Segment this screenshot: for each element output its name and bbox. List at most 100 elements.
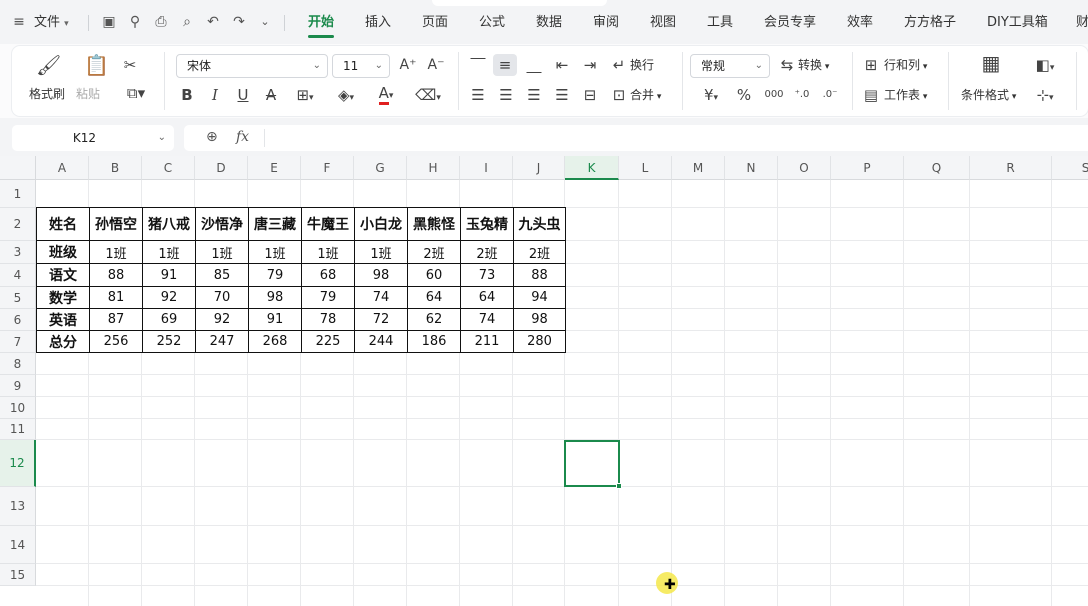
chevron-down-icon[interactable]: ⌄ bbox=[158, 125, 166, 151]
table-cell[interactable]: 79 bbox=[301, 286, 355, 309]
column-header-O[interactable]: O bbox=[778, 156, 831, 180]
font-name-select[interactable]: 宋体 ⌄ bbox=[176, 54, 328, 78]
column-header-P[interactable]: P bbox=[831, 156, 904, 180]
table-header-cell[interactable]: 孙悟空 bbox=[89, 207, 143, 241]
table-header-cell[interactable]: 姓名 bbox=[36, 207, 90, 241]
table-cell[interactable]: 73 bbox=[460, 263, 514, 287]
currency-icon[interactable]: ¥▾ bbox=[696, 86, 726, 107]
worksheet-icon[interactable]: ▤ bbox=[862, 86, 880, 104]
align-right-icon[interactable]: ☰ bbox=[524, 86, 544, 104]
table-cell[interactable]: 2班 bbox=[460, 240, 514, 264]
table-cell[interactable]: 98 bbox=[354, 263, 408, 287]
table-cell[interactable]: 1班 bbox=[195, 240, 249, 264]
align-top-icon[interactable]: ⎺ bbox=[468, 56, 488, 74]
copy-icon[interactable]: ⧉▾ bbox=[120, 84, 152, 102]
tab-efficiency[interactable]: 效率 bbox=[847, 13, 873, 33]
formula-input-area[interactable]: ⊕ fx bbox=[184, 125, 1088, 151]
table-cell[interactable]: 70 bbox=[195, 286, 249, 309]
table-header-cell[interactable]: 牛魔王 bbox=[301, 207, 355, 241]
column-header-M[interactable]: M bbox=[672, 156, 725, 180]
underline-icon[interactable]: U bbox=[234, 86, 252, 104]
merge-icon[interactable]: ⊡ bbox=[610, 86, 628, 104]
column-header-C[interactable]: C bbox=[142, 156, 195, 180]
table-cell[interactable]: 88 bbox=[513, 263, 566, 287]
table-cell[interactable]: 78 bbox=[301, 308, 355, 331]
table-cell[interactable]: 91 bbox=[248, 308, 302, 331]
table-cell[interactable]: 2班 bbox=[407, 240, 461, 264]
table-header-cell[interactable]: 猪八戒 bbox=[142, 207, 196, 241]
print-preview-icon[interactable]: ⌕ bbox=[178, 13, 196, 31]
row-header-4[interactable]: 4 bbox=[0, 264, 36, 287]
table-cell[interactable]: 2班 bbox=[513, 240, 566, 264]
font-color-icon[interactable]: A▾ bbox=[370, 84, 402, 105]
column-header-I[interactable]: I bbox=[460, 156, 513, 180]
table-cell[interactable]: 98 bbox=[513, 308, 566, 331]
align-middle-icon[interactable]: ≡ bbox=[495, 56, 515, 74]
paste-icon[interactable]: 📋 bbox=[84, 55, 109, 75]
selected-cell-k12[interactable] bbox=[564, 440, 620, 487]
fill-handle[interactable] bbox=[616, 483, 622, 489]
table-cell[interactable]: 98 bbox=[248, 286, 302, 309]
column-header-J[interactable]: J bbox=[513, 156, 565, 180]
table-cell[interactable]: 247 bbox=[195, 330, 249, 353]
row-label-cell[interactable]: 语文 bbox=[36, 263, 90, 287]
table-cell[interactable]: 1班 bbox=[301, 240, 355, 264]
row-header-13[interactable]: 13 bbox=[0, 487, 36, 526]
tab-view[interactable]: 视图 bbox=[650, 13, 676, 33]
table-cell[interactable]: 72 bbox=[354, 308, 408, 331]
column-header-G[interactable]: G bbox=[354, 156, 407, 180]
rows-cols-label[interactable]: 行和列 ▾ bbox=[884, 57, 927, 75]
table-cell[interactable]: 1班 bbox=[248, 240, 302, 264]
cut-icon[interactable]: ✂ bbox=[120, 56, 140, 74]
column-header-D[interactable]: D bbox=[195, 156, 248, 180]
number-format-select[interactable]: 常规 ⌄ bbox=[690, 54, 770, 78]
row-header-8[interactable]: 8 bbox=[0, 353, 36, 375]
column-header-H[interactable]: H bbox=[407, 156, 460, 180]
table-cell[interactable]: 79 bbox=[248, 263, 302, 287]
redo-icon[interactable]: ↷ bbox=[230, 13, 248, 31]
paste-label[interactable]: 粘贴 bbox=[76, 86, 100, 102]
share-link-icon[interactable]: ⚲ bbox=[126, 13, 144, 31]
hamburger-menu-icon[interactable]: ≡ bbox=[10, 13, 28, 31]
table-cell[interactable]: 92 bbox=[195, 308, 249, 331]
column-header-N[interactable]: N bbox=[725, 156, 778, 180]
align-left-icon[interactable]: ☰ bbox=[468, 86, 488, 104]
table-cell[interactable]: 68 bbox=[301, 263, 355, 287]
table-cell[interactable]: 1班 bbox=[354, 240, 408, 264]
conditional-format-icon[interactable]: ▦ bbox=[978, 53, 1004, 73]
row-header-9[interactable]: 9 bbox=[0, 375, 36, 397]
table-cell[interactable]: 69 bbox=[142, 308, 196, 331]
distributed-align-icon[interactable]: ⊟ bbox=[580, 86, 600, 104]
row-label-cell[interactable]: 英语 bbox=[36, 308, 90, 331]
row-header-7[interactable]: 7 bbox=[0, 331, 36, 353]
conditional-format-label[interactable]: 条件格式 ▾ bbox=[961, 87, 1016, 105]
row-header-15[interactable]: 15 bbox=[0, 564, 36, 586]
spreadsheet-grid[interactable]: ABCDEFGHIJKLMNOPQRS 1 2 3 4 5 6 7 8 9 10 11 12 13 14 1… bbox=[0, 156, 1088, 606]
tab-diy-toolbox[interactable]: DIY工具箱 bbox=[987, 13, 1048, 33]
tab-tools[interactable]: 工具 bbox=[707, 13, 733, 33]
freeze-pane-icon[interactable]: ⊹▾ bbox=[1030, 86, 1060, 107]
tab-data[interactable]: 数据 bbox=[536, 13, 562, 33]
table-cell[interactable]: 88 bbox=[89, 263, 143, 287]
tab-home[interactable]: 开始 bbox=[308, 13, 334, 33]
table-header-cell[interactable]: 沙悟净 bbox=[195, 207, 249, 241]
tab-formula[interactable]: 公式 bbox=[479, 13, 505, 33]
table-header-cell[interactable]: 黑熊怪 bbox=[407, 207, 461, 241]
zoom-icon[interactable]: ⊕ bbox=[206, 129, 218, 145]
cell-style-icon[interactable]: ◧▾ bbox=[1030, 56, 1060, 77]
table-cell[interactable]: 87 bbox=[89, 308, 143, 331]
row-label-cell[interactable]: 总分 bbox=[36, 330, 90, 353]
undo-icon[interactable]: ↶ bbox=[204, 13, 222, 31]
table-cell[interactable]: 225 bbox=[301, 330, 355, 353]
percent-icon[interactable]: % bbox=[734, 86, 754, 104]
row-header-11[interactable]: 11 bbox=[0, 419, 36, 440]
bold-icon[interactable]: B bbox=[178, 86, 196, 104]
increase-indent-icon[interactable]: ⇥ bbox=[580, 56, 600, 74]
tab-member[interactable]: 会员专享 bbox=[764, 13, 816, 33]
fx-icon[interactable]: fx bbox=[236, 129, 249, 145]
table-cell[interactable]: 85 bbox=[195, 263, 249, 287]
format-painter-label[interactable]: 格式刷 bbox=[29, 86, 65, 102]
save-icon[interactable]: ▣ bbox=[100, 13, 118, 31]
table-cell[interactable]: 60 bbox=[407, 263, 461, 287]
column-header-A[interactable]: A bbox=[36, 156, 89, 180]
